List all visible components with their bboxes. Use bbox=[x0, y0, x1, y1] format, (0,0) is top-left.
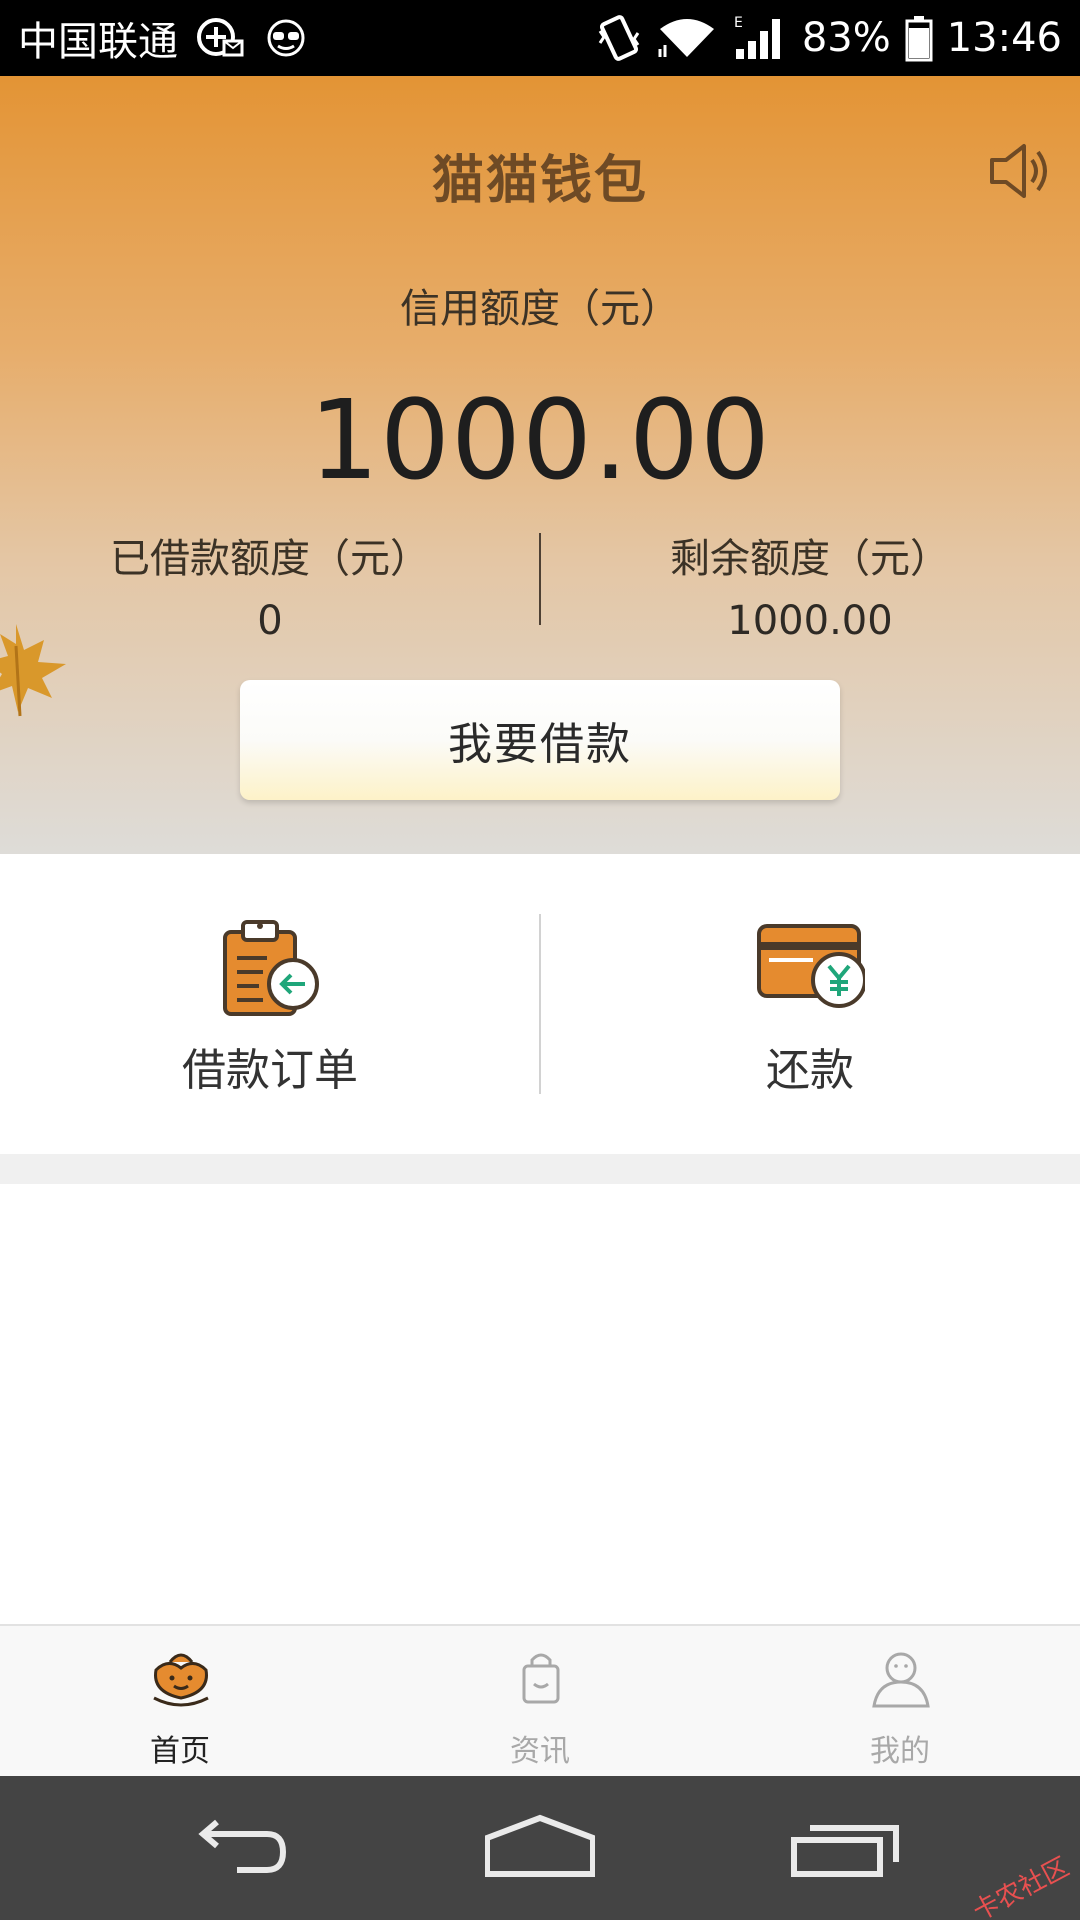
section-divider bbox=[0, 1154, 1080, 1184]
tab-news-label: 资讯 bbox=[510, 1734, 570, 1769]
app-title: 猫猫钱包 bbox=[431, 151, 648, 211]
bottom-tab-bar: 首页 资讯 我的 bbox=[0, 1624, 1080, 1776]
status-bar: 中国联通 E 83% 13:46 bbox=[0, 0, 1080, 76]
clipboard-order-icon bbox=[223, 920, 319, 1016]
quick-actions: 借款订单 还款 bbox=[0, 854, 1080, 1154]
wifi-icon bbox=[656, 15, 718, 61]
home-flower-icon bbox=[153, 1653, 209, 1707]
credit-limit-label: 信用额度（元） bbox=[400, 286, 680, 332]
carrier-name: 中国联通 bbox=[18, 19, 178, 65]
card-repay-icon bbox=[757, 924, 865, 1008]
tab-home[interactable]: 首页 bbox=[0, 1626, 360, 1776]
system-nav-bar: 卡农社区 bbox=[0, 1776, 1080, 1927]
battery-icon bbox=[905, 14, 933, 62]
hd-call-icon bbox=[196, 15, 246, 61]
loan-orders-label: 借款订单 bbox=[182, 1045, 358, 1096]
borrowed-amount-label: 已借款额度（元） bbox=[110, 536, 430, 582]
status-left: 中国联通 bbox=[18, 9, 308, 67]
status-right: E 83% 13:46 bbox=[596, 13, 1062, 63]
person-icon bbox=[872, 1652, 930, 1708]
signal-icon: E bbox=[732, 13, 788, 63]
credit-limit-value: 1000.00 bbox=[309, 376, 771, 504]
vibrate-icon bbox=[596, 13, 642, 63]
repay-label: 还款 bbox=[766, 1045, 854, 1096]
remaining-amount-block: 剩余额度（元） 1000.00 bbox=[540, 526, 1080, 644]
watermark-logo: 卡农社区 bbox=[968, 1852, 1075, 1928]
home-icon[interactable] bbox=[485, 1812, 595, 1882]
credit-summary-panel: 猫猫钱包 信用额度（元） 1000.00 已借款额度（元） 0 剩余额度（元） … bbox=[0, 76, 1080, 854]
empty-content-area bbox=[0, 1184, 1080, 1624]
borrow-button[interactable]: 我要借款 bbox=[240, 680, 840, 800]
tab-mine[interactable]: 我的 bbox=[720, 1626, 1080, 1776]
borrowed-amount-block: 已借款额度（元） 0 bbox=[0, 526, 540, 644]
remaining-amount-label: 剩余额度（元） bbox=[670, 536, 950, 582]
tab-news[interactable]: 资讯 bbox=[360, 1626, 720, 1776]
network-type-label: E bbox=[734, 15, 743, 31]
tab-mine-label: 我的 bbox=[870, 1734, 930, 1769]
tab-home-label: 首页 bbox=[150, 1734, 210, 1769]
maple-leaf-icon bbox=[0, 624, 66, 717]
remaining-amount-value: 1000.00 bbox=[727, 598, 893, 644]
recents-icon[interactable] bbox=[790, 1812, 900, 1882]
clock: 13:46 bbox=[946, 15, 1062, 61]
back-icon[interactable] bbox=[185, 1812, 295, 1882]
speaker-icon[interactable] bbox=[986, 138, 1052, 204]
battery-percent: 83% bbox=[801, 15, 891, 61]
borrowed-amount-value: 0 bbox=[257, 598, 283, 644]
bag-icon bbox=[522, 1653, 560, 1704]
loan-orders-button[interactable]: 借款订单 bbox=[0, 854, 540, 1154]
repay-button[interactable]: 还款 bbox=[540, 854, 1080, 1154]
glasses-icon bbox=[264, 18, 308, 58]
